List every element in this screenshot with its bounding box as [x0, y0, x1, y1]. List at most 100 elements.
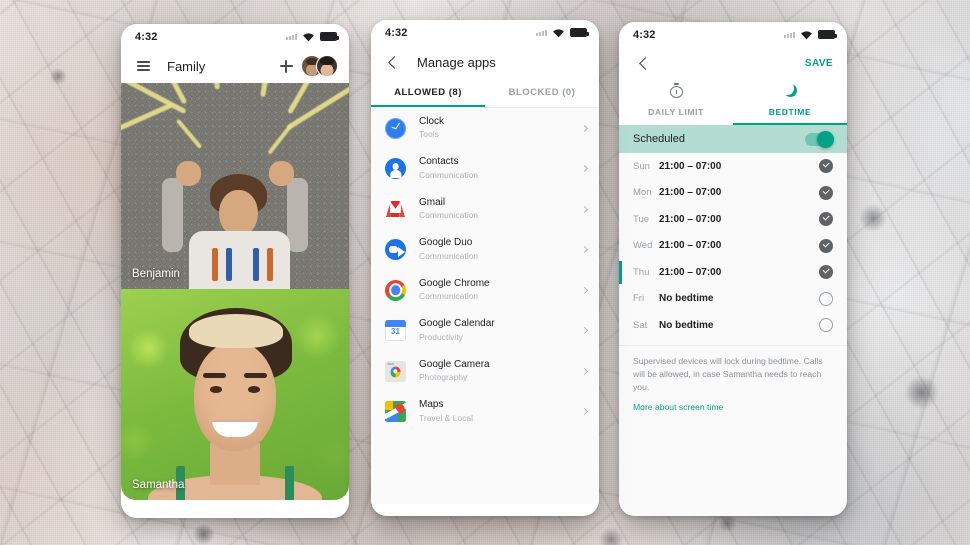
day-time: 21:00 – 07:00 [659, 266, 722, 278]
check-icon[interactable] [819, 185, 833, 200]
tab-allowed[interactable]: ALLOWED (8) [371, 79, 485, 107]
check-icon[interactable] [819, 265, 833, 280]
person-name: Benjamin [132, 268, 180, 280]
app-row-maps[interactable]: Maps Travel & Local [371, 392, 599, 433]
app-category: Communication [419, 169, 479, 180]
chevron-left-icon[interactable] [382, 51, 404, 73]
day-time: 21:00 – 07:00 [659, 240, 722, 252]
save-button[interactable]: SAVE [805, 58, 833, 69]
app-name: Gmail [419, 196, 446, 208]
scheduled-row[interactable]: Scheduled [619, 125, 847, 153]
app-name: Google Duo [419, 237, 473, 249]
app-row-gmail[interactable]: Gmail Communication [371, 189, 599, 230]
tab-bedtime[interactable]: BEDTIME [733, 79, 847, 125]
manage-apps-app-bar: Manage apps [371, 45, 599, 79]
google-duo-app-icon [385, 239, 406, 261]
unchecked-circle-icon[interactable] [819, 291, 833, 306]
camera-app-icon [385, 360, 406, 382]
app-category: Productivity [419, 331, 463, 342]
gmail-app-icon [385, 198, 406, 220]
app-name: Contacts [419, 156, 459, 168]
moon-icon [780, 82, 798, 98]
signal-icon [536, 29, 547, 36]
day-time: 21:00 – 07:00 [659, 213, 722, 225]
person-card-benjamin[interactable]: Benjamin [121, 83, 349, 289]
timer-icon [669, 83, 684, 98]
battery-icon [320, 32, 339, 41]
plus-icon[interactable] [275, 55, 297, 77]
tab-daily-limit[interactable]: DAILY LIMIT [619, 79, 733, 125]
bedtime-note: Supervised devices will lock during bedt… [633, 355, 823, 393]
chrome-app-icon [385, 279, 406, 301]
avatar [316, 55, 338, 77]
day-time: 21:00 – 07:00 [659, 187, 722, 199]
status-bar: 4:32 [619, 22, 847, 47]
maps-app-icon [385, 401, 406, 423]
check-icon[interactable] [819, 159, 833, 174]
schedule-row-fri[interactable]: Fri No bedtime [619, 286, 847, 313]
tab-blocked[interactable]: BLOCKED (0) [485, 79, 599, 107]
day-time: No bedtime [659, 293, 714, 305]
tab-label: BEDTIME [768, 107, 812, 117]
day-label: Sat [633, 319, 648, 331]
schedule-row-sun[interactable]: Sun 21:00 – 07:00 [619, 153, 847, 180]
schedule-row-thu[interactable]: Thu 21:00 – 07:00 [619, 259, 847, 286]
person-card-samantha[interactable]: Samantha [121, 289, 349, 500]
day-label: Mon [633, 187, 652, 199]
schedule-row-sat[interactable]: Sat No bedtime [619, 312, 847, 339]
app-name: Maps [419, 399, 444, 411]
app-row-google-duo[interactable]: Google Duo Communication [371, 230, 599, 271]
signal-icon [784, 31, 795, 38]
app-row-google-chrome[interactable]: Google Chrome Communication [371, 270, 599, 311]
chevron-right-icon [580, 286, 589, 294]
status-time: 4:32 [633, 28, 656, 41]
chevron-right-icon [580, 408, 589, 416]
chevron-right-icon [580, 327, 589, 335]
app-row-google-camera[interactable]: Google Camera Photography [371, 351, 599, 392]
chevron-left-icon[interactable] [633, 52, 655, 74]
app-name: Google Camera [419, 358, 490, 370]
avatar-group[interactable] [301, 55, 338, 77]
schedule-row-wed[interactable]: Wed 21:00 – 07:00 [619, 233, 847, 260]
app-row-clock[interactable]: Clock Tools [371, 108, 599, 149]
check-icon[interactable] [819, 212, 833, 227]
family-app-bar: Family [121, 49, 349, 83]
clock-app-icon [385, 117, 406, 139]
wifi-icon [553, 28, 564, 37]
calendar-app-icon: 31 [385, 320, 406, 342]
more-about-screen-time-link[interactable]: More about screen time [619, 394, 847, 412]
wifi-icon [303, 32, 314, 41]
scheduled-label: Scheduled [633, 133, 685, 145]
status-indicators [784, 30, 837, 40]
app-category: Travel & Local [419, 412, 474, 423]
day-label: Wed [633, 240, 653, 252]
app-category: Communication [419, 210, 479, 221]
app-name: Google Chrome [419, 277, 490, 289]
page-title: Manage apps [417, 54, 496, 70]
hamburger-icon[interactable] [132, 55, 154, 77]
wifi-icon [801, 30, 812, 39]
bedtime-app-bar: SAVE [619, 47, 847, 79]
schedule-row-mon[interactable]: Mon 21:00 – 07:00 [619, 180, 847, 207]
battery-icon [818, 30, 837, 39]
chevron-right-icon [580, 205, 589, 213]
scheduled-toggle[interactable] [805, 130, 834, 148]
calendar-day-number: 31 [391, 327, 400, 337]
people-card-list: Benjamin Samantha [121, 83, 349, 518]
app-name: Google Calendar [419, 318, 495, 330]
unchecked-circle-icon[interactable] [819, 318, 833, 333]
phone-family-home: 4:32 Family Benjamin Samantha [121, 24, 349, 518]
chevron-right-icon [580, 367, 589, 375]
app-category: Tools [419, 129, 439, 140]
app-row-contacts[interactable]: Contacts Communication [371, 149, 599, 190]
app-filter-tabs: ALLOWED (8) BLOCKED (0) [371, 79, 599, 107]
benjamin-photo [121, 83, 349, 289]
chevron-right-icon [580, 124, 589, 132]
day-label: Fri [633, 293, 645, 305]
status-time: 4:32 [385, 26, 408, 39]
status-bar: 4:32 [121, 24, 349, 49]
app-row-google-calendar[interactable]: 31 Google Calendar Productivity [371, 311, 599, 352]
check-icon[interactable] [819, 238, 833, 253]
schedule-row-tue[interactable]: Tue 21:00 – 07:00 [619, 206, 847, 233]
battery-icon [570, 28, 589, 37]
